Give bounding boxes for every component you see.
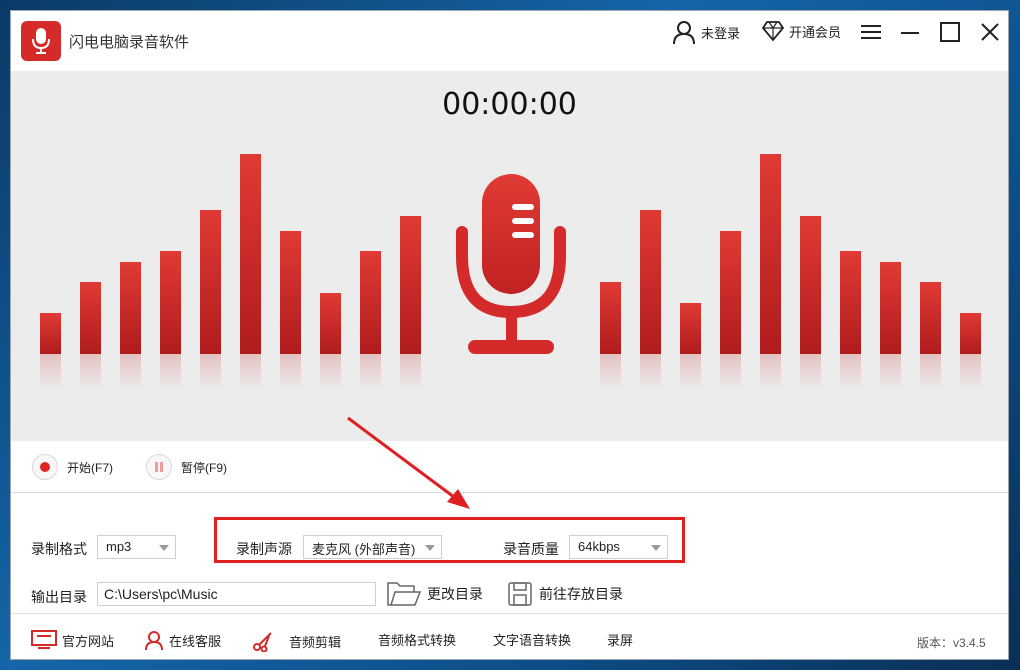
pause-icon xyxy=(146,454,172,480)
open-dir-button[interactable]: 前往存放目录 xyxy=(507,581,623,607)
folder-icon xyxy=(387,582,421,606)
footer-item-label: 音频格式转换 xyxy=(378,633,457,648)
bar-reflection xyxy=(720,354,741,390)
microphone-icon xyxy=(456,174,566,354)
change-dir-button[interactable]: 更改目录 xyxy=(387,581,483,607)
maximize-button[interactable] xyxy=(937,19,963,45)
format-select[interactable]: mp3 xyxy=(97,535,176,559)
bar-reflection xyxy=(400,354,421,390)
audio-bar xyxy=(960,313,981,354)
bar-reflection xyxy=(680,354,701,390)
app-logo-icon xyxy=(21,21,61,61)
save-icon xyxy=(508,582,532,606)
bar-reflection xyxy=(800,354,821,390)
audio-edit-link[interactable]: 音频剪辑 xyxy=(252,630,341,652)
audio-bar xyxy=(880,262,901,354)
close-icon xyxy=(981,23,999,41)
bar-reflection xyxy=(120,354,141,390)
hamburger-icon xyxy=(861,25,881,39)
audio-bar xyxy=(800,216,821,354)
version-text: 版本：v3.4.5 xyxy=(917,636,986,650)
maximize-icon xyxy=(940,22,960,42)
bar-reflection xyxy=(320,354,341,390)
audio-bar xyxy=(240,154,261,354)
bar-reflection xyxy=(600,354,621,390)
audio-bar xyxy=(680,303,701,354)
scissors-icon xyxy=(253,632,272,652)
screen-record-link[interactable]: 录屏 xyxy=(607,630,633,649)
diamond-icon xyxy=(761,21,785,42)
start-label: 开始(F7) xyxy=(67,460,113,475)
footer-item-label: 录屏 xyxy=(607,633,634,648)
bar-reflection xyxy=(200,354,221,390)
output-label: 输出目录 xyxy=(31,589,87,605)
minimize-icon xyxy=(901,32,919,34)
audio-bar xyxy=(40,313,61,354)
audio-bar xyxy=(120,262,141,354)
open-dir-label: 前往存放目录 xyxy=(539,586,623,602)
person-icon xyxy=(145,631,163,650)
audio-bar xyxy=(320,293,341,354)
app-title: 闪电电脑录音软件 xyxy=(69,34,190,51)
footer-item-label: 文字语音转换 xyxy=(493,633,572,648)
bar-reflection xyxy=(760,354,781,390)
audio-bar xyxy=(80,282,101,354)
highlight-box xyxy=(214,517,685,563)
chevron-down-icon xyxy=(159,545,169,551)
monitor-icon xyxy=(31,630,57,649)
online-service-link[interactable]: 在线客服 xyxy=(144,630,221,650)
bar-reflection xyxy=(280,354,301,390)
title-bar: 闪电电脑录音软件 未登录 开通会员 xyxy=(11,11,1008,71)
footer-bar: 官方网站 在线客服 音频剪辑 音频格式转换 文字语音转换 录屏 版本：v3.4.… xyxy=(11,613,1008,659)
format-convert-link[interactable]: 音频格式转换 xyxy=(378,630,456,649)
format-value: mp3 xyxy=(106,539,132,554)
record-icon xyxy=(32,454,58,480)
official-site-link[interactable]: 官方网站 xyxy=(31,630,114,650)
bar-reflection xyxy=(960,354,981,390)
audio-bar xyxy=(360,251,381,354)
bar-reflection xyxy=(240,354,261,390)
footer-item-label: 音频剪辑 xyxy=(289,634,342,650)
audio-bar xyxy=(760,154,781,354)
text-speech-link[interactable]: 文字语音转换 xyxy=(493,630,571,649)
bar-reflection xyxy=(80,354,101,390)
user-icon xyxy=(673,21,695,45)
bar-reflection xyxy=(640,354,661,390)
bar-reflection xyxy=(160,354,181,390)
bar-reflection xyxy=(40,354,61,390)
vip-button[interactable]: 开通会员 xyxy=(761,19,841,43)
audio-bar xyxy=(920,282,941,354)
bar-reflection xyxy=(880,354,901,390)
menu-button[interactable] xyxy=(858,19,884,45)
audio-bar xyxy=(840,251,861,354)
bar-reflection xyxy=(920,354,941,390)
bar-reflection xyxy=(840,354,861,390)
output-path-input[interactable] xyxy=(97,582,376,606)
audio-bar xyxy=(280,231,301,354)
login-button[interactable]: 未登录 xyxy=(671,19,740,45)
change-dir-label: 更改目录 xyxy=(427,586,483,602)
app-window: 闪电电脑录音软件 未登录 开通会员 00:00:00 开始(F7) 暂停(F9)… xyxy=(10,10,1009,660)
close-button[interactable] xyxy=(977,19,1003,45)
start-button[interactable]: 开始(F7) xyxy=(32,454,113,480)
recording-visualizer: 00:00:00 xyxy=(11,71,1008,441)
login-label: 未登录 xyxy=(701,25,741,41)
audio-bar xyxy=(720,231,741,354)
footer-item-label: 官方网站 xyxy=(62,633,115,649)
audio-bar xyxy=(640,210,661,354)
minimize-button[interactable] xyxy=(897,19,923,45)
vip-label: 开通会员 xyxy=(789,24,842,40)
audio-bar xyxy=(600,282,621,354)
bar-reflection xyxy=(360,354,381,390)
format-label: 录制格式 xyxy=(31,541,87,557)
record-controls: 开始(F7) 暂停(F9) xyxy=(11,441,1008,493)
pause-label: 暂停(F9) xyxy=(181,460,227,475)
settings-panel: 录制格式 mp3 录制声源 麦克风 (外部声音) 录音质量 64kbps 输出目… xyxy=(11,493,1008,613)
pause-button[interactable]: 暂停(F9) xyxy=(146,454,227,480)
footer-item-label: 在线客服 xyxy=(169,633,222,649)
audio-bar xyxy=(200,210,221,354)
audio-bar xyxy=(400,216,421,354)
audio-bar xyxy=(160,251,181,354)
